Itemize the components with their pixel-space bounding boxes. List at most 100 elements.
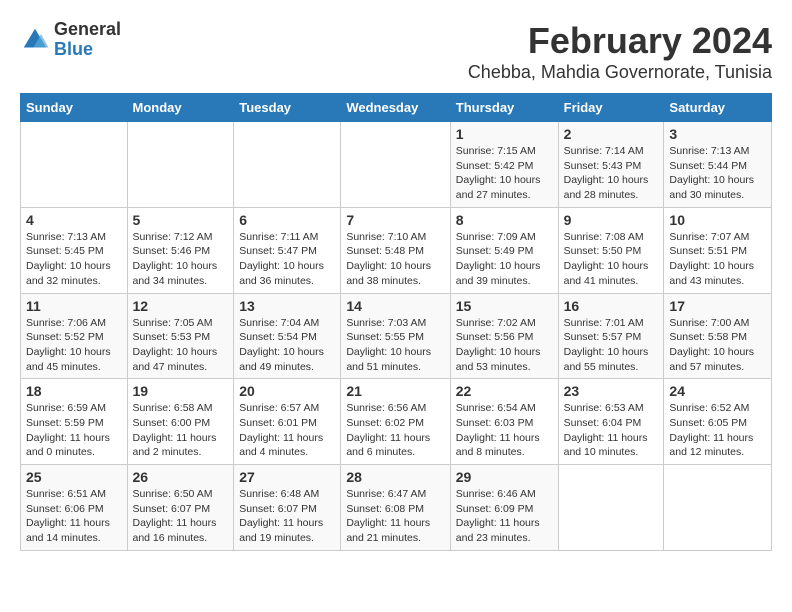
day-number: 19 [133,383,229,399]
header-wednesday: Wednesday [341,94,450,122]
calendar-cell [664,465,772,551]
day-number: 27 [239,469,335,485]
day-info: Sunrise: 7:14 AMSunset: 5:43 PMDaylight:… [564,144,659,203]
day-info: Sunrise: 7:09 AMSunset: 5:49 PMDaylight:… [456,230,553,289]
day-number: 13 [239,298,335,314]
calendar-cell: 13 Sunrise: 7:04 AMSunset: 5:54 PMDayligh… [234,293,341,379]
calendar-cell: 14 Sunrise: 7:03 AMSunset: 5:55 PMDayligh… [341,293,450,379]
calendar-body: 1 Sunrise: 7:15 AMSunset: 5:42 PMDaylight… [21,122,772,551]
calendar-table: SundayMondayTuesdayWednesdayThursdayFrid… [20,93,772,551]
calendar-cell: 20 Sunrise: 6:57 AMSunset: 6:01 PMDayligh… [234,379,341,465]
day-info: Sunrise: 7:01 AMSunset: 5:57 PMDaylight:… [564,316,659,375]
day-info: Sunrise: 6:48 AMSunset: 6:07 PMDaylight:… [239,487,335,546]
header-thursday: Thursday [450,94,558,122]
calendar-cell: 23 Sunrise: 6:53 AMSunset: 6:04 PMDayligh… [558,379,664,465]
calendar-cell: 11Sunrise: 7:06 AMSunset: 5:52 PMDayligh… [21,293,128,379]
day-number: 10 [669,212,766,228]
header-row: SundayMondayTuesdayWednesdayThursdayFrid… [21,94,772,122]
calendar-cell: 22 Sunrise: 6:54 AMSunset: 6:03 PMDayligh… [450,379,558,465]
day-info: Sunrise: 6:54 AMSunset: 6:03 PMDaylight:… [456,401,553,460]
day-info: Sunrise: 7:03 AMSunset: 5:55 PMDaylight:… [346,316,444,375]
logo-blue: Blue [54,40,121,60]
logo: General Blue [20,20,121,60]
calendar-cell [21,122,128,208]
day-number: 15 [456,298,553,314]
calendar-cell: 8Sunrise: 7:09 AMSunset: 5:49 PMDaylight… [450,207,558,293]
day-number: 6 [239,212,335,228]
week-row: 25 Sunrise: 6:51 AMSunset: 6:06 PMDayligh… [21,465,772,551]
calendar-cell: 21Sunrise: 6:56 AMSunset: 6:02 PMDayligh… [341,379,450,465]
title-block: February 2024 Chebba, Mahdia Governorate… [468,20,772,83]
day-info: Sunrise: 7:04 AMSunset: 5:54 PMDaylight:… [239,316,335,375]
calendar-cell: 16 Sunrise: 7:01 AMSunset: 5:57 PMDayligh… [558,293,664,379]
calendar-cell: 3 Sunrise: 7:13 AMSunset: 5:44 PMDaylight… [664,122,772,208]
calendar-cell: 27 Sunrise: 6:48 AMSunset: 6:07 PMDayligh… [234,465,341,551]
calendar-cell [558,465,664,551]
calendar-cell [234,122,341,208]
page-title: February 2024 [468,20,772,62]
day-info: Sunrise: 7:13 AMSunset: 5:45 PMDaylight:… [26,230,122,289]
day-info: Sunrise: 6:57 AMSunset: 6:01 PMDaylight:… [239,401,335,460]
day-info: Sunrise: 6:46 AMSunset: 6:09 PMDaylight:… [456,487,553,546]
logo-general: General [54,20,121,40]
day-number: 1 [456,126,553,142]
day-number: 20 [239,383,335,399]
day-info: Sunrise: 7:15 AMSunset: 5:42 PMDaylight:… [456,144,553,203]
day-info: Sunrise: 6:47 AMSunset: 6:08 PMDaylight:… [346,487,444,546]
calendar-cell [341,122,450,208]
page-header: General Blue February 2024 Chebba, Mahdi… [20,20,772,83]
calendar-cell: 26Sunrise: 6:50 AMSunset: 6:07 PMDayligh… [127,465,234,551]
calendar-cell: 9 Sunrise: 7:08 AMSunset: 5:50 PMDaylight… [558,207,664,293]
header-tuesday: Tuesday [234,94,341,122]
header-saturday: Saturday [664,94,772,122]
calendar-cell: 5Sunrise: 7:12 AMSunset: 5:46 PMDaylight… [127,207,234,293]
day-info: Sunrise: 6:52 AMSunset: 6:05 PMDaylight:… [669,401,766,460]
calendar-cell: 25 Sunrise: 6:51 AMSunset: 6:06 PMDayligh… [21,465,128,551]
day-info: Sunrise: 7:02 AMSunset: 5:56 PMDaylight:… [456,316,553,375]
calendar-cell: 17 Sunrise: 7:00 AMSunset: 5:58 PMDayligh… [664,293,772,379]
day-number: 24 [669,383,766,399]
calendar-cell [127,122,234,208]
logo-text: General Blue [54,20,121,60]
day-number: 25 [26,469,122,485]
calendar-cell: 4 Sunrise: 7:13 AMSunset: 5:45 PMDaylight… [21,207,128,293]
header-monday: Monday [127,94,234,122]
day-info: Sunrise: 7:00 AMSunset: 5:58 PMDaylight:… [669,316,766,375]
day-number: 16 [564,298,659,314]
calendar-cell: 29Sunrise: 6:46 AMSunset: 6:09 PMDayligh… [450,465,558,551]
header-friday: Friday [558,94,664,122]
day-number: 22 [456,383,553,399]
day-number: 23 [564,383,659,399]
day-info: Sunrise: 6:58 AMSunset: 6:00 PMDaylight:… [133,401,229,460]
day-number: 5 [133,212,229,228]
logo-icon [20,25,50,55]
week-row: 11Sunrise: 7:06 AMSunset: 5:52 PMDayligh… [21,293,772,379]
calendar-cell: 1 Sunrise: 7:15 AMSunset: 5:42 PMDaylight… [450,122,558,208]
day-info: Sunrise: 7:08 AMSunset: 5:50 PMDaylight:… [564,230,659,289]
day-number: 14 [346,298,444,314]
calendar-cell: 7 Sunrise: 7:10 AMSunset: 5:48 PMDaylight… [341,207,450,293]
week-row: 18Sunrise: 6:59 AMSunset: 5:59 PMDayligh… [21,379,772,465]
day-number: 12 [133,298,229,314]
day-number: 7 [346,212,444,228]
calendar-cell: 19 Sunrise: 6:58 AMSunset: 6:00 PMDayligh… [127,379,234,465]
day-info: Sunrise: 7:13 AMSunset: 5:44 PMDaylight:… [669,144,766,203]
day-number: 4 [26,212,122,228]
day-info: Sunrise: 7:07 AMSunset: 5:51 PMDaylight:… [669,230,766,289]
day-number: 3 [669,126,766,142]
day-number: 18 [26,383,122,399]
day-info: Sunrise: 7:05 AMSunset: 5:53 PMDaylight:… [133,316,229,375]
day-number: 9 [564,212,659,228]
page-subtitle: Chebba, Mahdia Governorate, Tunisia [468,62,772,83]
calendar-cell: 2 Sunrise: 7:14 AMSunset: 5:43 PMDaylight… [558,122,664,208]
day-info: Sunrise: 6:51 AMSunset: 6:06 PMDaylight:… [26,487,122,546]
day-info: Sunrise: 7:10 AMSunset: 5:48 PMDaylight:… [346,230,444,289]
day-info: Sunrise: 6:53 AMSunset: 6:04 PMDaylight:… [564,401,659,460]
week-row: 1 Sunrise: 7:15 AMSunset: 5:42 PMDaylight… [21,122,772,208]
day-number: 11 [26,298,122,314]
calendar-header: SundayMondayTuesdayWednesdayThursdayFrid… [21,94,772,122]
day-number: 2 [564,126,659,142]
calendar-cell: 10 Sunrise: 7:07 AMSunset: 5:51 PMDayligh… [664,207,772,293]
day-number: 17 [669,298,766,314]
calendar-cell: 18Sunrise: 6:59 AMSunset: 5:59 PMDayligh… [21,379,128,465]
